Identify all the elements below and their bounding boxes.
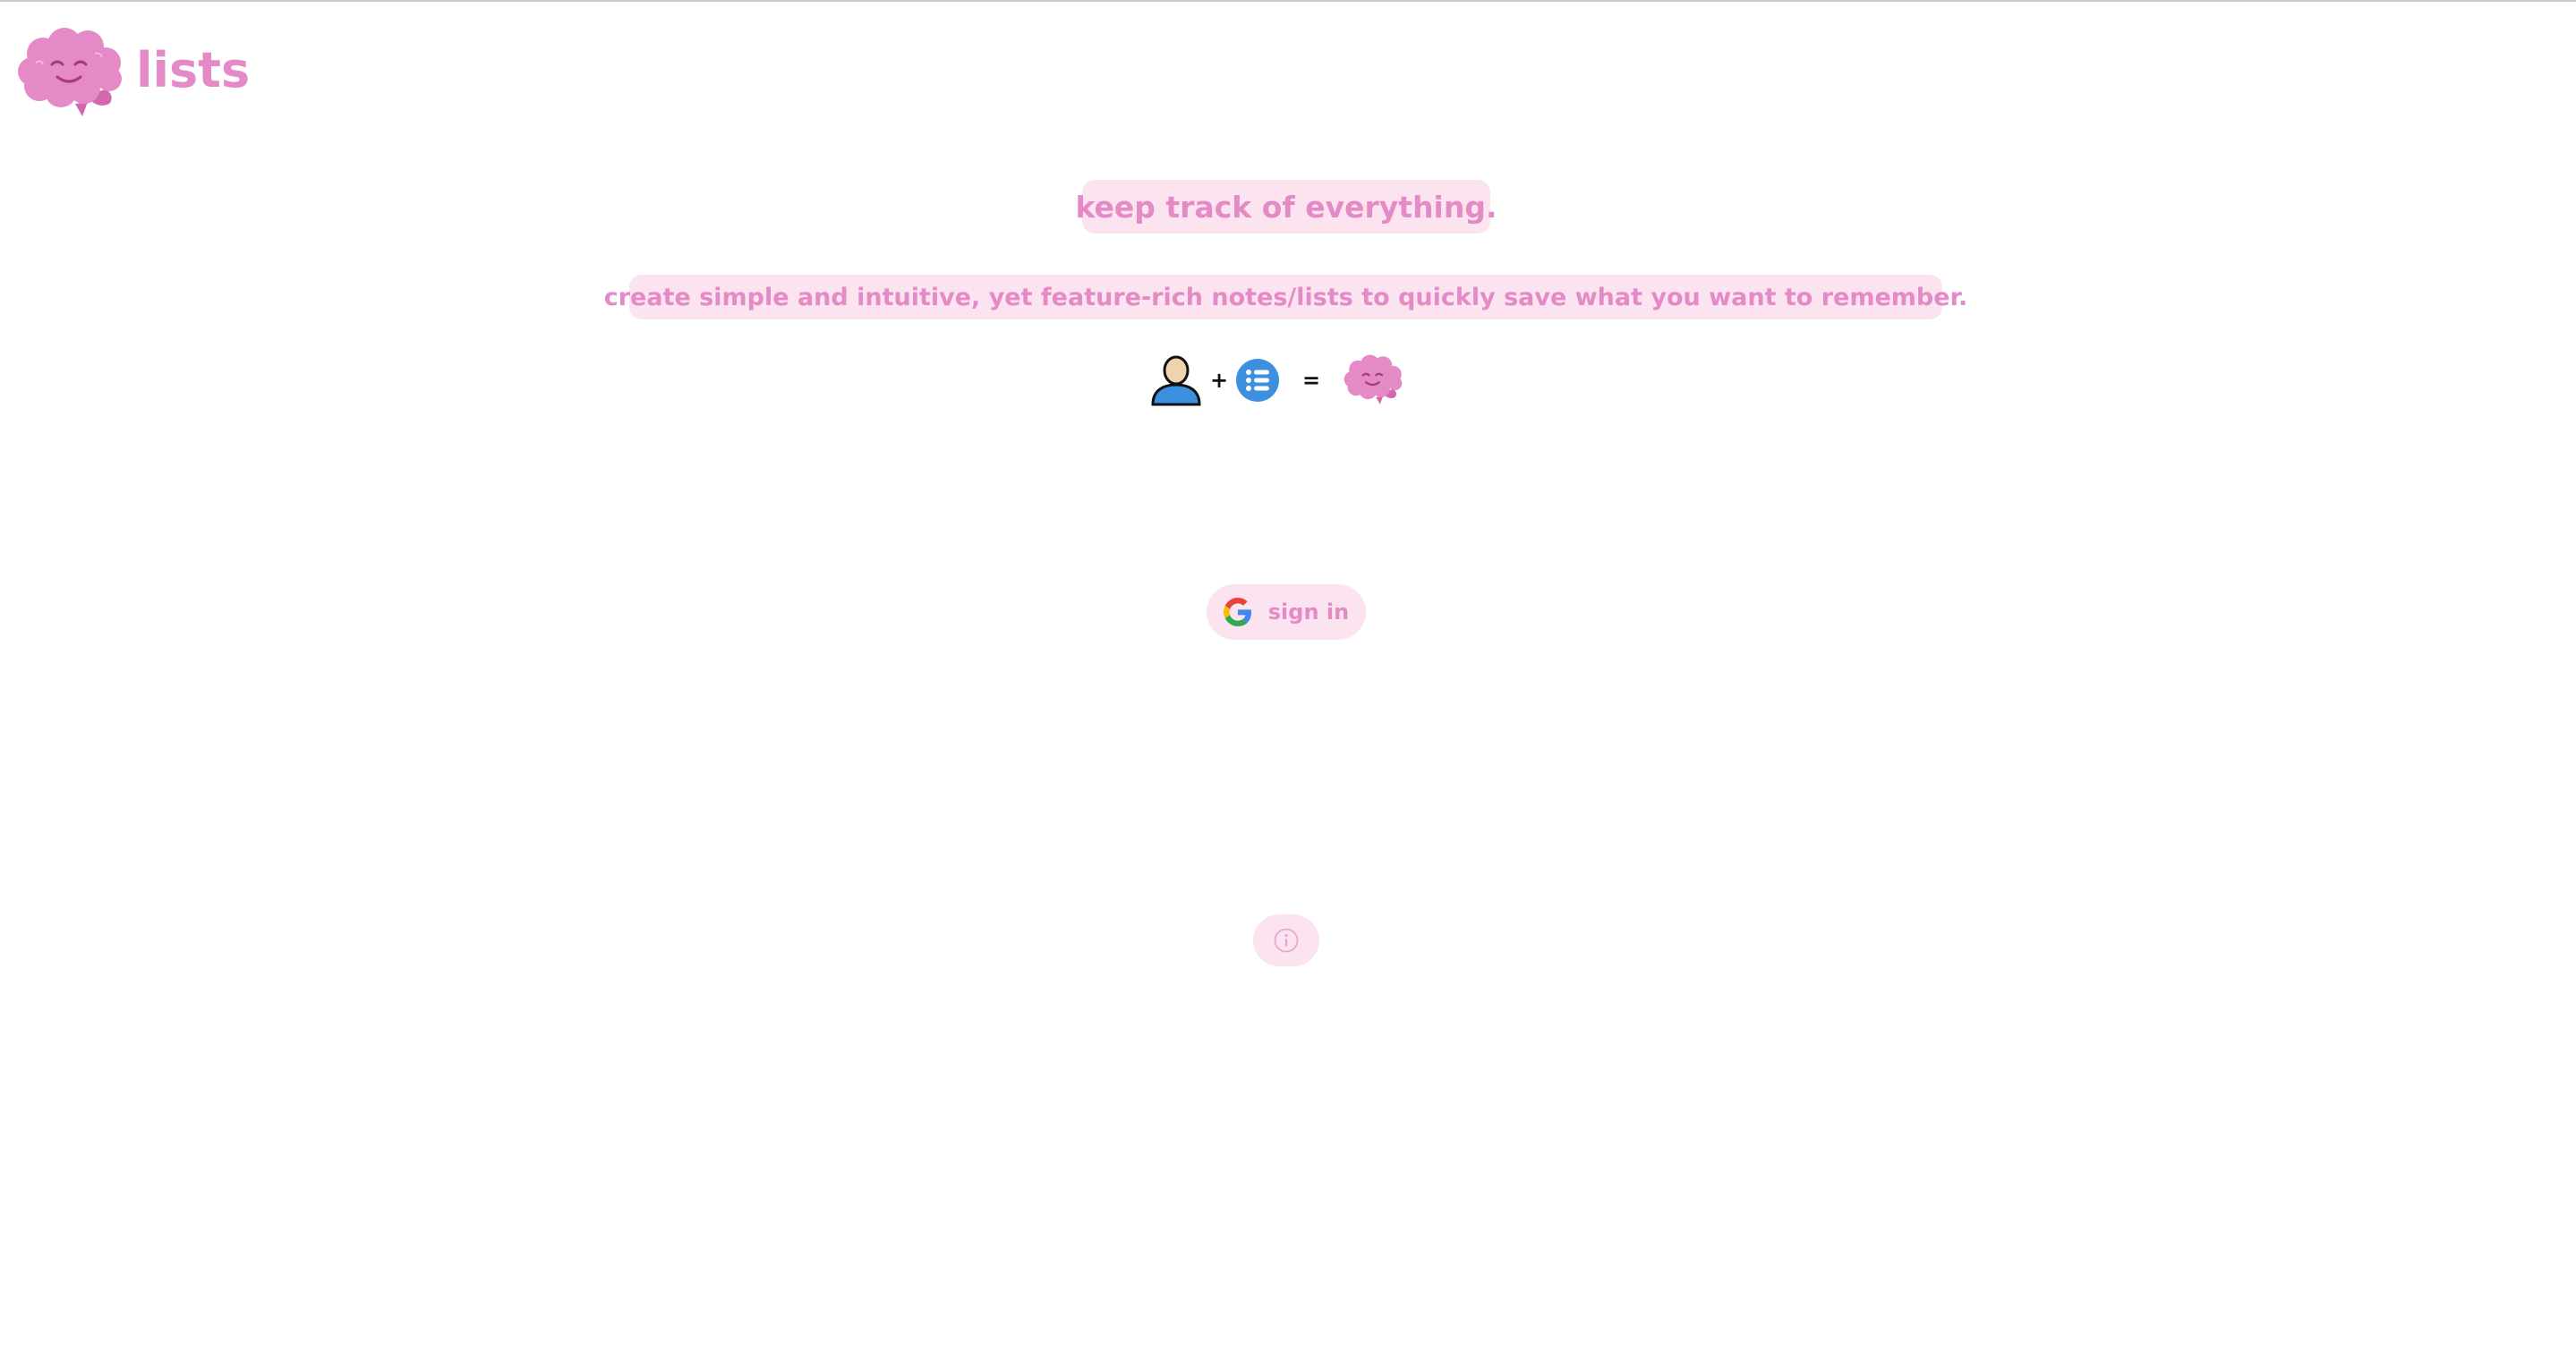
smiling-brain-icon — [18, 28, 122, 116]
hero-equation: + = — [1149, 349, 1403, 412]
brand-name: lists — [136, 41, 251, 98]
list-icon — [1236, 359, 1279, 402]
google-sign-in-button[interactable]: sign in — [1207, 584, 1366, 640]
smiling-brain-icon — [1343, 354, 1403, 404]
plus-sign: + — [1209, 368, 1229, 393]
info-circle-icon — [1274, 928, 1299, 953]
sign-in-label: sign in — [1267, 599, 1350, 625]
person-icon — [1151, 355, 1201, 406]
info-button[interactable] — [1253, 914, 1319, 966]
google-icon — [1223, 598, 1251, 626]
equals-sign: = — [1301, 368, 1321, 393]
hero-subheadline: create simple and intuitive, yet feature… — [604, 275, 1967, 319]
hero-headline: keep track of everything. — [1075, 180, 1497, 234]
brand-home-link[interactable]: lists — [16, 27, 250, 120]
app-window: lists keep track of everything. create s… — [0, 0, 2576, 1369]
